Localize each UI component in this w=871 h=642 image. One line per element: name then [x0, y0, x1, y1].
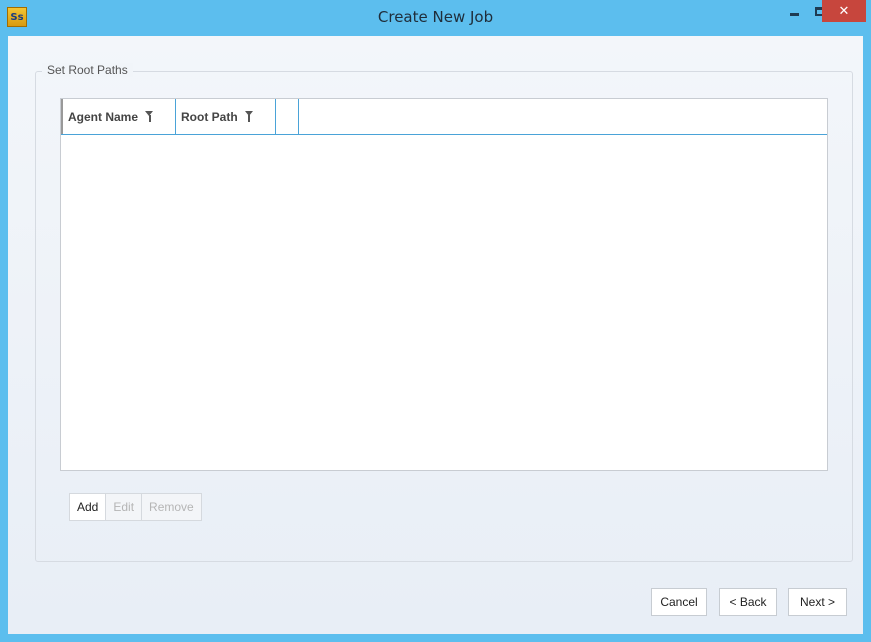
- minimize-button[interactable]: [781, 0, 807, 22]
- grid-header: Agent Name Root Path: [61, 99, 827, 135]
- column-header-agent-name[interactable]: Agent Name: [61, 99, 176, 134]
- column-header-blank[interactable]: [276, 99, 299, 134]
- group-legend: Set Root Paths: [42, 63, 133, 77]
- set-root-paths-group: Set Root Paths Agent Name Root Path Add …: [35, 63, 853, 562]
- root-paths-grid[interactable]: Agent Name Root Path: [60, 98, 828, 471]
- cancel-button[interactable]: Cancel: [651, 588, 707, 616]
- grid-body[interactable]: [61, 136, 827, 470]
- create-new-job-window: Ss Create New Job ✕ Set Root Paths Agent…: [0, 0, 871, 642]
- title-bar[interactable]: Ss Create New Job ✕: [0, 0, 871, 36]
- column-header-root-path[interactable]: Root Path: [176, 99, 276, 134]
- close-button[interactable]: ✕: [822, 0, 866, 22]
- add-button[interactable]: Add: [69, 493, 107, 521]
- back-button[interactable]: < Back: [719, 588, 777, 616]
- edit-button[interactable]: Edit: [105, 493, 143, 521]
- next-button[interactable]: Next >: [788, 588, 847, 616]
- filter-icon[interactable]: [145, 111, 154, 122]
- column-label: Root Path: [181, 109, 238, 124]
- minimize-icon: [789, 12, 799, 16]
- window-title: Create New Job: [377, 8, 494, 26]
- close-icon: ✕: [838, 3, 850, 19]
- dialog-content: Set Root Paths Agent Name Root Path Add …: [8, 36, 863, 634]
- column-label: Agent Name: [68, 109, 139, 124]
- remove-button[interactable]: Remove: [141, 493, 202, 521]
- filter-icon[interactable]: [244, 111, 254, 122]
- grid-button-bar: Add Edit Remove: [69, 493, 202, 521]
